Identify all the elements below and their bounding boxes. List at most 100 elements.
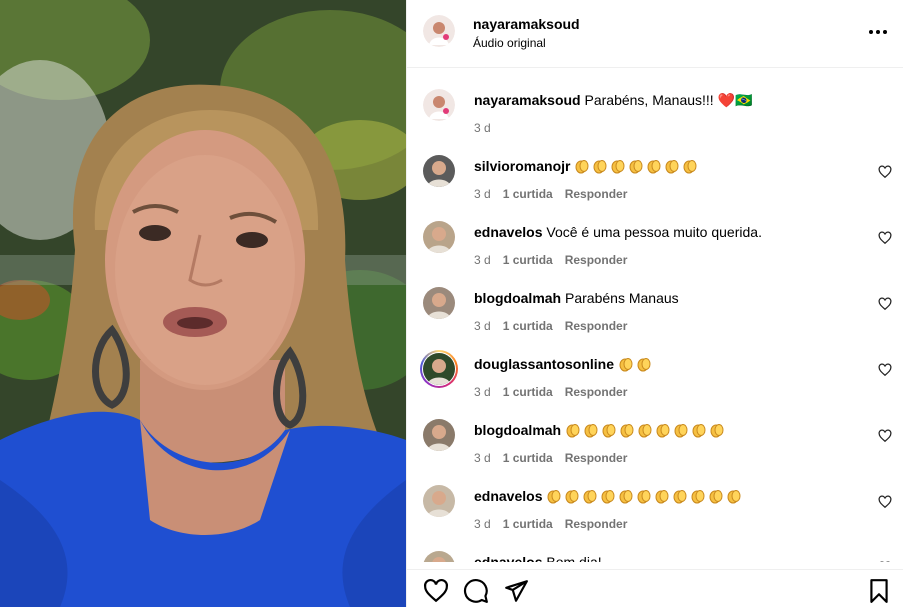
clapping-hands-icon [691, 490, 705, 504]
commenter-username[interactable]: blogdoalmah [474, 290, 561, 306]
caption-text: Parabéns, Manaus!!! [584, 92, 718, 108]
comments-list[interactable]: nayaramaksoud Parabéns, Manaus!!! ❤️🇧🇷 3… [407, 69, 903, 562]
commenter-username[interactable]: silvioromanojr [474, 158, 570, 174]
commenter-avatar[interactable] [423, 485, 455, 517]
comment-row: blogdoalmah Parabéns Manaus 3 d 1 curtida R… [407, 287, 903, 347]
comment-time[interactable]: 3 d [474, 517, 491, 531]
heart-icon[interactable] [878, 429, 892, 443]
comment-time[interactable]: 3 d [474, 319, 491, 333]
clap-emojis [546, 488, 744, 504]
commenter-username[interactable]: blogdoalmah [474, 422, 561, 438]
clapping-hands-icon [638, 424, 652, 438]
clapping-hands-icon [575, 160, 589, 174]
clapping-hands-icon [584, 424, 598, 438]
comment-likes[interactable]: 1 curtida [503, 253, 553, 267]
comment-likes[interactable]: 1 curtida [503, 517, 553, 531]
comment-time[interactable]: 3 d [474, 253, 491, 267]
clap-emojis [618, 356, 654, 372]
author-avatar[interactable] [423, 89, 455, 121]
commenter-username[interactable]: douglassantosonline [474, 356, 614, 372]
commenter-avatar[interactable] [423, 155, 455, 187]
clapping-hands-icon [583, 490, 597, 504]
clapping-hands-icon [619, 358, 633, 372]
clapping-hands-icon [620, 424, 634, 438]
commenter-avatar[interactable] [423, 419, 455, 451]
heart-icon[interactable] [878, 165, 892, 179]
bookmark-icon[interactable] [866, 578, 892, 604]
author-avatar[interactable] [423, 15, 455, 47]
heart-icon[interactable] [878, 363, 892, 377]
comment-likes[interactable]: 1 curtida [503, 385, 553, 399]
heart-icon[interactable] [878, 495, 892, 509]
clapping-hands-icon [619, 490, 633, 504]
commenter-avatar[interactable] [423, 221, 455, 253]
clapping-hands-icon [602, 424, 616, 438]
clapping-hands-icon [566, 424, 580, 438]
reply-button[interactable]: Responder [565, 517, 628, 531]
caption: nayaramaksoud Parabéns, Manaus!!! ❤️🇧🇷 3… [407, 89, 903, 149]
clapping-hands-icon [637, 490, 651, 504]
commenter-avatar[interactable] [423, 287, 455, 319]
caption-emoji: ❤️🇧🇷 [717, 92, 753, 108]
clapping-hands-icon [647, 160, 661, 174]
action-bar [407, 569, 903, 607]
clap-emojis [565, 422, 727, 438]
clap-emojis [574, 158, 700, 174]
comment-row: blogdoalmah 3 d 1 curtida Responder [407, 419, 903, 479]
clapping-hands-icon [629, 160, 643, 174]
author-username[interactable]: nayaramaksoud [473, 16, 580, 32]
comment-time[interactable]: 3 d [474, 187, 491, 201]
comment-row: ednavelos 3 d 1 curtida Responder [407, 485, 903, 545]
audio-label[interactable]: Áudio original [473, 36, 546, 50]
video-frame[interactable] [0, 0, 406, 607]
comment-text: Bom dia! [546, 554, 602, 562]
heart-icon[interactable] [878, 561, 892, 562]
comment-row: ednavelos Bom dia! [407, 551, 903, 562]
clapping-hands-icon [637, 358, 651, 372]
more-options-icon[interactable] [866, 20, 890, 44]
commenter-username[interactable]: ednavelos [474, 224, 542, 240]
comment-row: douglassantosonline 3 d 1 curtida Responde… [407, 350, 903, 413]
heart-icon[interactable] [878, 297, 892, 311]
clapping-hands-icon [601, 490, 615, 504]
clapping-hands-icon [674, 424, 688, 438]
clapping-hands-icon [665, 160, 679, 174]
clapping-hands-icon [656, 424, 670, 438]
clapping-hands-icon [709, 490, 723, 504]
commenter-avatar[interactable] [423, 551, 455, 562]
clapping-hands-icon [673, 490, 687, 504]
clapping-hands-icon [683, 160, 697, 174]
commenter-avatar[interactable] [423, 353, 455, 385]
comment-row: ednavelos Você é uma pessoa muito querid… [407, 221, 903, 281]
commenter-username[interactable]: ednavelos [474, 488, 542, 504]
caption-username[interactable]: nayaramaksoud [474, 92, 581, 108]
reply-button[interactable]: Responder [565, 385, 628, 399]
comment-row: silvioromanojr 3 d 1 curtida Responder [407, 155, 903, 215]
post-header: nayaramaksoud Áudio original [407, 0, 903, 68]
reply-button[interactable]: Responder [565, 451, 628, 465]
comment-text: Você é uma pessoa muito querida. [546, 224, 762, 240]
comment-time[interactable]: 3 d [474, 385, 491, 399]
comment-time[interactable]: 3 d [474, 451, 491, 465]
post-panel: nayaramaksoud Áudio original nayaramakso… [406, 0, 903, 607]
clapping-hands-icon [565, 490, 579, 504]
clapping-hands-icon [611, 160, 625, 174]
share-icon[interactable] [503, 578, 529, 604]
caption-time[interactable]: 3 d [474, 121, 491, 135]
comment-icon[interactable] [463, 578, 489, 604]
reply-button[interactable]: Responder [565, 319, 628, 333]
commenter-username[interactable]: ednavelos [474, 554, 542, 562]
clapping-hands-icon [710, 424, 724, 438]
comment-likes[interactable]: 1 curtida [503, 451, 553, 465]
clapping-hands-icon [692, 424, 706, 438]
heart-icon[interactable] [878, 231, 892, 245]
speaker-person [0, 84, 406, 607]
comment-likes[interactable]: 1 curtida [503, 319, 553, 333]
comment-text: Parabéns Manaus [565, 290, 679, 306]
reply-button[interactable]: Responder [565, 187, 628, 201]
reply-button[interactable]: Responder [565, 253, 628, 267]
clapping-hands-icon [727, 490, 741, 504]
heart-icon[interactable] [423, 578, 449, 604]
comment-likes[interactable]: 1 curtida [503, 187, 553, 201]
clapping-hands-icon [593, 160, 607, 174]
